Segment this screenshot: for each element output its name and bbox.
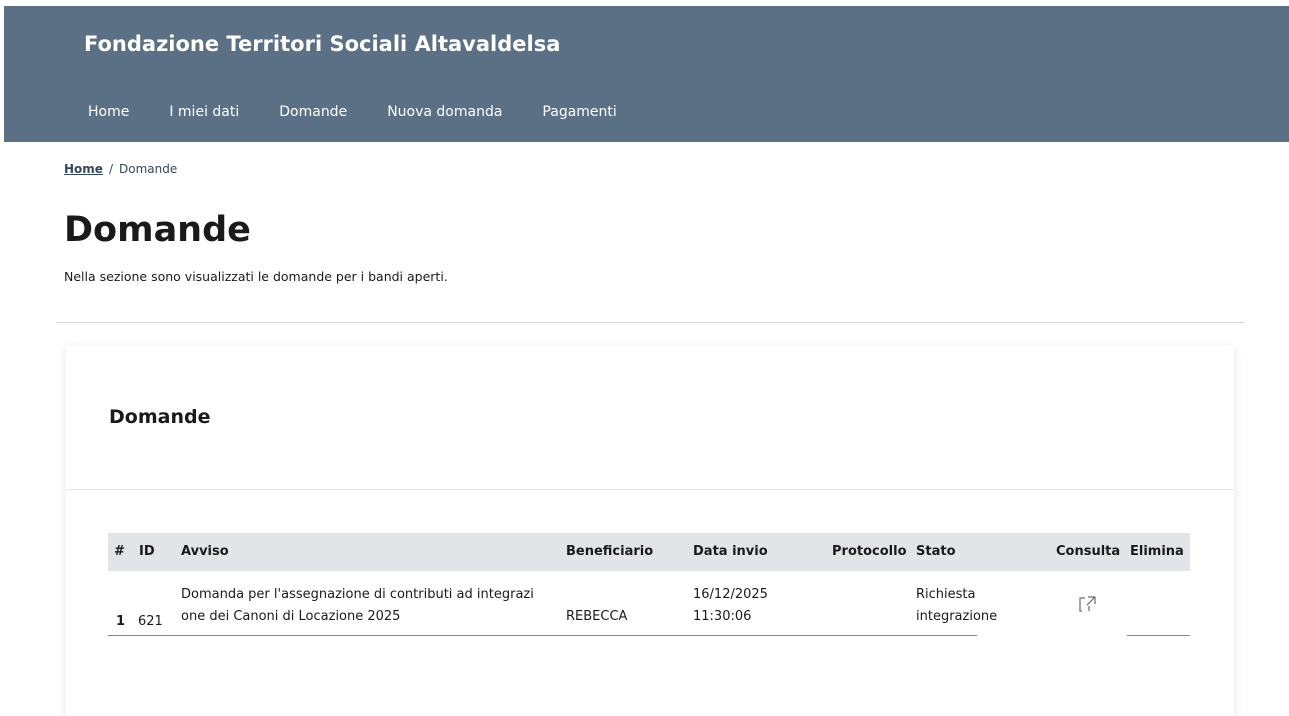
nav-pagamenti[interactable]: Pagamenti [542, 104, 616, 120]
row-bottom-border-elimina [1127, 635, 1190, 636]
column-header-avviso: Avviso [181, 544, 229, 559]
nav-nuova-domanda[interactable]: Nuova domanda [387, 104, 502, 120]
column-header-protocollo: Protocollo [832, 544, 907, 559]
row-data-invio-time: 11:30:06 [693, 609, 752, 624]
row-number: 1 [116, 614, 126, 629]
breadcrumb-home-link[interactable]: Home [64, 162, 103, 176]
breadcrumb-separator: / [108, 162, 113, 176]
column-header-beneficiario: Beneficiario [566, 544, 654, 559]
column-header-stato: Stato [916, 544, 956, 559]
nav-home[interactable]: Home [88, 104, 129, 120]
page-title: Domande [64, 210, 251, 250]
column-header-number: # [114, 544, 125, 559]
nav-domande[interactable]: Domande [279, 104, 347, 120]
row-id: 621 [138, 614, 163, 629]
table-header: # ID Avviso Beneficiario Data invio Prot… [108, 533, 1190, 571]
nav-i-miei-dati[interactable]: I miei dati [169, 104, 239, 120]
row-stato-line1: Richiesta [916, 587, 976, 602]
consulta-button[interactable] [1074, 592, 1102, 614]
column-header-id: ID [139, 544, 155, 559]
row-stato-line2: integrazione [916, 609, 998, 624]
row-data-invio-date: 16/12/2025 [693, 587, 768, 602]
card-title: Domande [109, 406, 211, 428]
site-header: Fondazione Territori Sociali Altavaldels… [4, 6, 1289, 142]
column-header-data-invio: Data invio [693, 544, 768, 559]
external-link-icon [1079, 596, 1096, 612]
domande-card: Domande # ID Avviso Beneficiario Data in… [66, 346, 1234, 716]
breadcrumb: Home / Domande [64, 162, 177, 176]
site-brand[interactable]: Fondazione Territori Sociali Altavaldels… [84, 32, 560, 56]
section-divider [56, 322, 1244, 323]
breadcrumb-current: Domande [118, 162, 178, 176]
main-nav: Home I miei dati Domande Nuova domanda P… [88, 104, 657, 120]
row-avviso-line2: one dei Canoni di Locazione 2025 [181, 609, 401, 624]
card-header-divider [66, 489, 1234, 490]
row-avviso-line1: Domanda per l'assegnazione di contributi… [181, 587, 534, 602]
column-header-consulta: Consulta [1056, 544, 1121, 559]
row-bottom-border [108, 635, 977, 636]
page-description: Nella sezione sono visualizzati le doman… [64, 269, 448, 284]
column-header-elimina: Elimina [1130, 544, 1184, 559]
row-beneficiario: REBECCA [566, 609, 628, 624]
